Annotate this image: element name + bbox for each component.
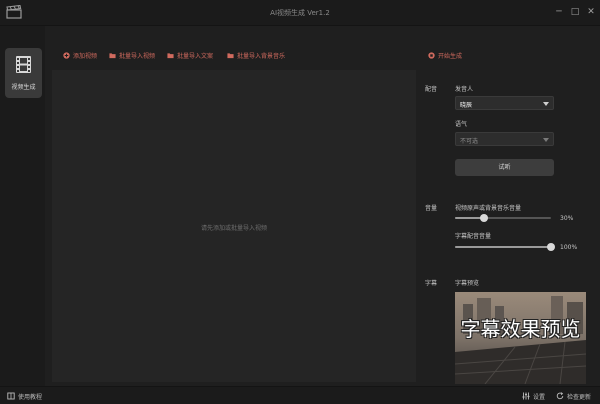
batch-import-video-button[interactable]: 批量导入视频 — [109, 50, 155, 60]
voice-volume-value: 100% — [560, 244, 578, 251]
chevron-down-icon — [543, 138, 549, 142]
slider-thumb[interactable] — [547, 243, 555, 251]
check-update-label: 检查更新 — [567, 393, 592, 401]
batch-import-music-button[interactable]: 批量导入背景音乐 — [227, 50, 285, 60]
stop-circle-icon — [428, 51, 435, 59]
folder-icon — [109, 52, 116, 58]
speaker-value: 晓辰 — [460, 102, 473, 109]
subtitle-section-label: 字幕 — [425, 280, 438, 287]
bg-volume-value: 30% — [560, 215, 574, 222]
tone-label: 语气 — [455, 121, 468, 128]
start-generate-label: 开始生成 — [438, 52, 463, 60]
subtitle-preview-text: 字幕效果预览 — [460, 317, 581, 341]
batch-import-video-label: 批量导入视频 — [119, 52, 156, 60]
add-video-label: 添加视频 — [73, 52, 98, 60]
batch-import-text-button[interactable]: 批量导入文案 — [167, 50, 213, 60]
settings-button[interactable]: 设置 — [522, 391, 545, 401]
add-video-button[interactable]: 添加视频 — [63, 50, 97, 60]
book-icon — [7, 392, 15, 400]
batch-import-music-label: 批量导入背景音乐 — [237, 52, 286, 60]
bg-volume-label: 视频原声或背景音乐音量 — [455, 205, 522, 212]
tutorial-label: 使用教程 — [18, 393, 43, 401]
slider-fill — [455, 246, 551, 248]
voice-volume-slider[interactable] — [455, 243, 555, 251]
folder-icon — [227, 52, 234, 58]
video-list-area[interactable]: 请先添加或批量导入视频 — [52, 70, 416, 382]
plus-circle-icon — [63, 51, 70, 59]
sidebar-item-label: 视频生成 — [11, 84, 36, 91]
empty-hint: 请先添加或批量导入视频 — [200, 225, 267, 232]
volume-section-label: 音量 — [425, 205, 438, 212]
subtitle-preview-label: 字幕预览 — [455, 280, 480, 287]
folder-icon — [167, 52, 174, 58]
tone-value: 不可选 — [460, 138, 479, 145]
speaker-select[interactable]: 晓辰 — [455, 96, 554, 110]
refresh-icon — [556, 392, 564, 400]
check-update-button[interactable]: 检查更新 — [556, 391, 591, 401]
close-button[interactable]: ✕ — [584, 5, 598, 19]
batch-import-text-label: 批量导入文案 — [177, 52, 214, 60]
voice-section-label: 配音 — [425, 86, 438, 93]
window-title: AI视频生成 Ver1.2 — [270, 9, 330, 17]
audition-button[interactable]: 试听 — [455, 159, 554, 176]
voice-volume-label: 字幕配音音量 — [455, 233, 492, 240]
maximize-button[interactable]: □ — [568, 5, 582, 19]
title-bar: AI视频生成 Ver1.2 ─ □ ✕ — [0, 0, 600, 26]
toolbar: 添加视频 批量导入视频 批量导入文案 批量导入背景音乐 开始生成 — [52, 45, 600, 65]
tone-select[interactable]: 不可选 — [455, 132, 554, 146]
subtitle-preview-image: 字幕效果预览 — [455, 292, 586, 384]
bg-volume-slider[interactable] — [455, 214, 551, 222]
settings-panel: 配音 发音人 晓辰 语气 不可选 试听 音量 视频原声或背景音乐音量 30% 字… — [416, 70, 600, 386]
speaker-label: 发音人 — [455, 86, 474, 93]
status-bar: 使用教程 设置 检查更新 — [0, 386, 600, 404]
start-generate-button[interactable]: 开始生成 — [428, 50, 462, 60]
settings-label: 设置 — [533, 393, 546, 401]
sidebar: 视频生成 — [0, 26, 45, 386]
sidebar-item-video-generate[interactable]: 视频生成 — [5, 48, 42, 98]
minimize-button[interactable]: ─ — [552, 5, 566, 19]
sliders-icon — [522, 392, 530, 400]
film-icon — [16, 56, 31, 73]
tutorial-button[interactable]: 使用教程 — [7, 391, 42, 401]
chevron-down-icon — [543, 102, 549, 106]
slider-thumb[interactable] — [479, 214, 488, 222]
